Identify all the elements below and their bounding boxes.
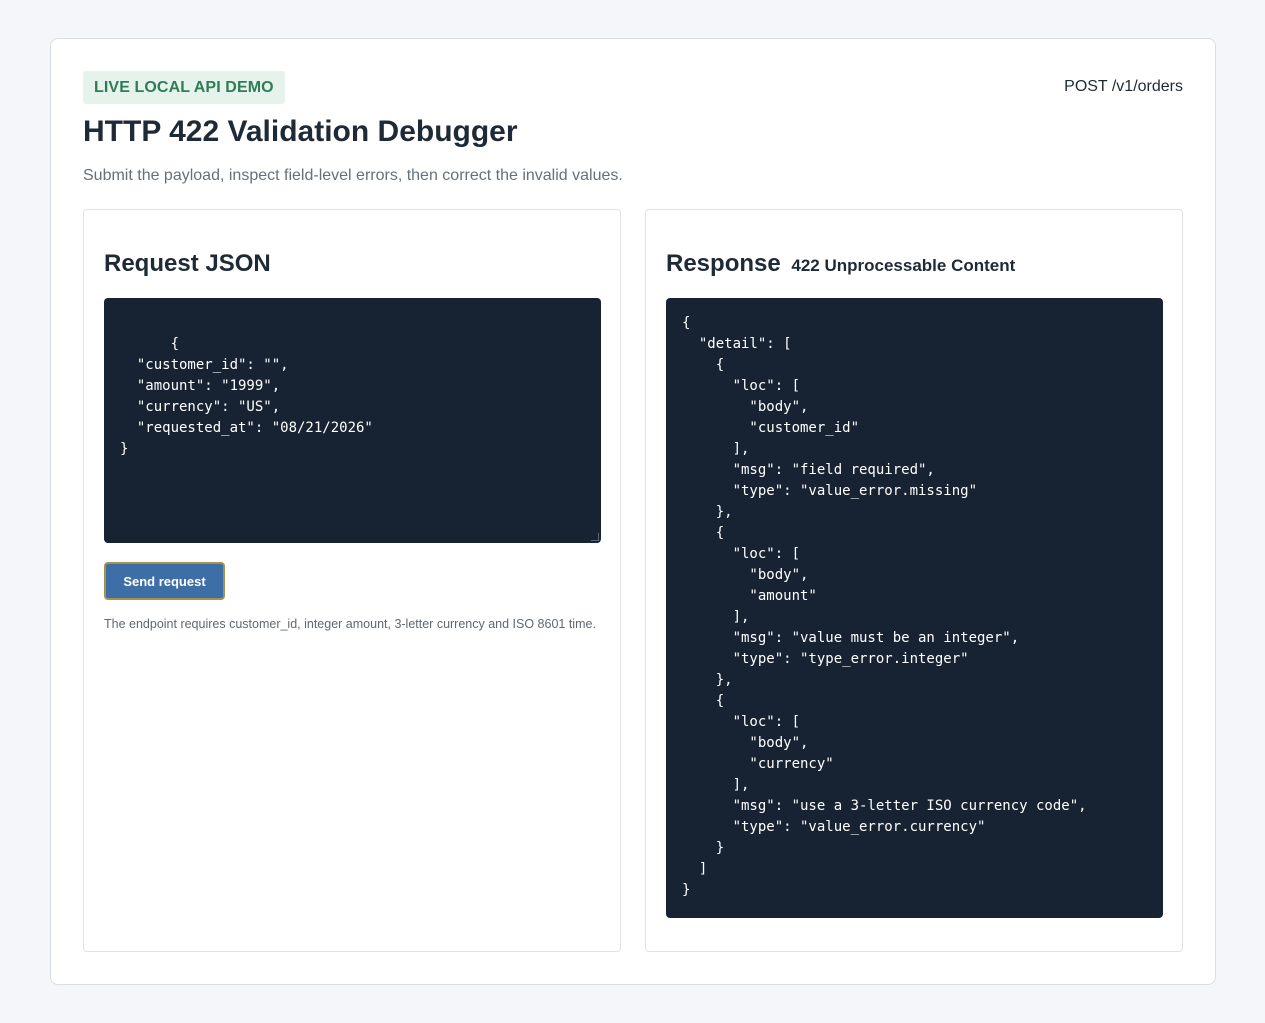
request-panel: Request JSON { "customer_id": "", "amoun…: [83, 209, 621, 952]
send-request-button[interactable]: Send request: [104, 562, 225, 600]
live-demo-badge: LIVE LOCAL API DEMO: [83, 71, 285, 104]
response-heading: Response 422 Unprocessable Content: [666, 250, 1015, 278]
endpoint-label: POST /v1/orders: [1064, 78, 1183, 95]
page-title: HTTP 422 Validation Debugger: [83, 115, 518, 148]
request-hint: The endpoint requires customer_id, integ…: [104, 617, 596, 631]
request-json-editor[interactable]: { "customer_id": "", "amount": "1999", "…: [104, 298, 601, 543]
request-heading: Request JSON: [104, 250, 271, 277]
page-subtitle: Submit the payload, inspect field-level …: [83, 167, 623, 184]
response-status: 422 Unprocessable Content: [791, 256, 1016, 275]
response-panel: Response 422 Unprocessable Content { "de…: [645, 209, 1183, 952]
response-heading-label: Response: [666, 250, 781, 277]
response-json-output: { "detail": [ { "loc": [ "body", "custom…: [666, 298, 1163, 918]
main-card: LIVE LOCAL API DEMO POST /v1/orders HTTP…: [50, 38, 1216, 985]
resize-handle-icon[interactable]: [591, 533, 599, 541]
request-json-text: { "customer_id": "", "amount": "1999", "…: [120, 336, 373, 457]
